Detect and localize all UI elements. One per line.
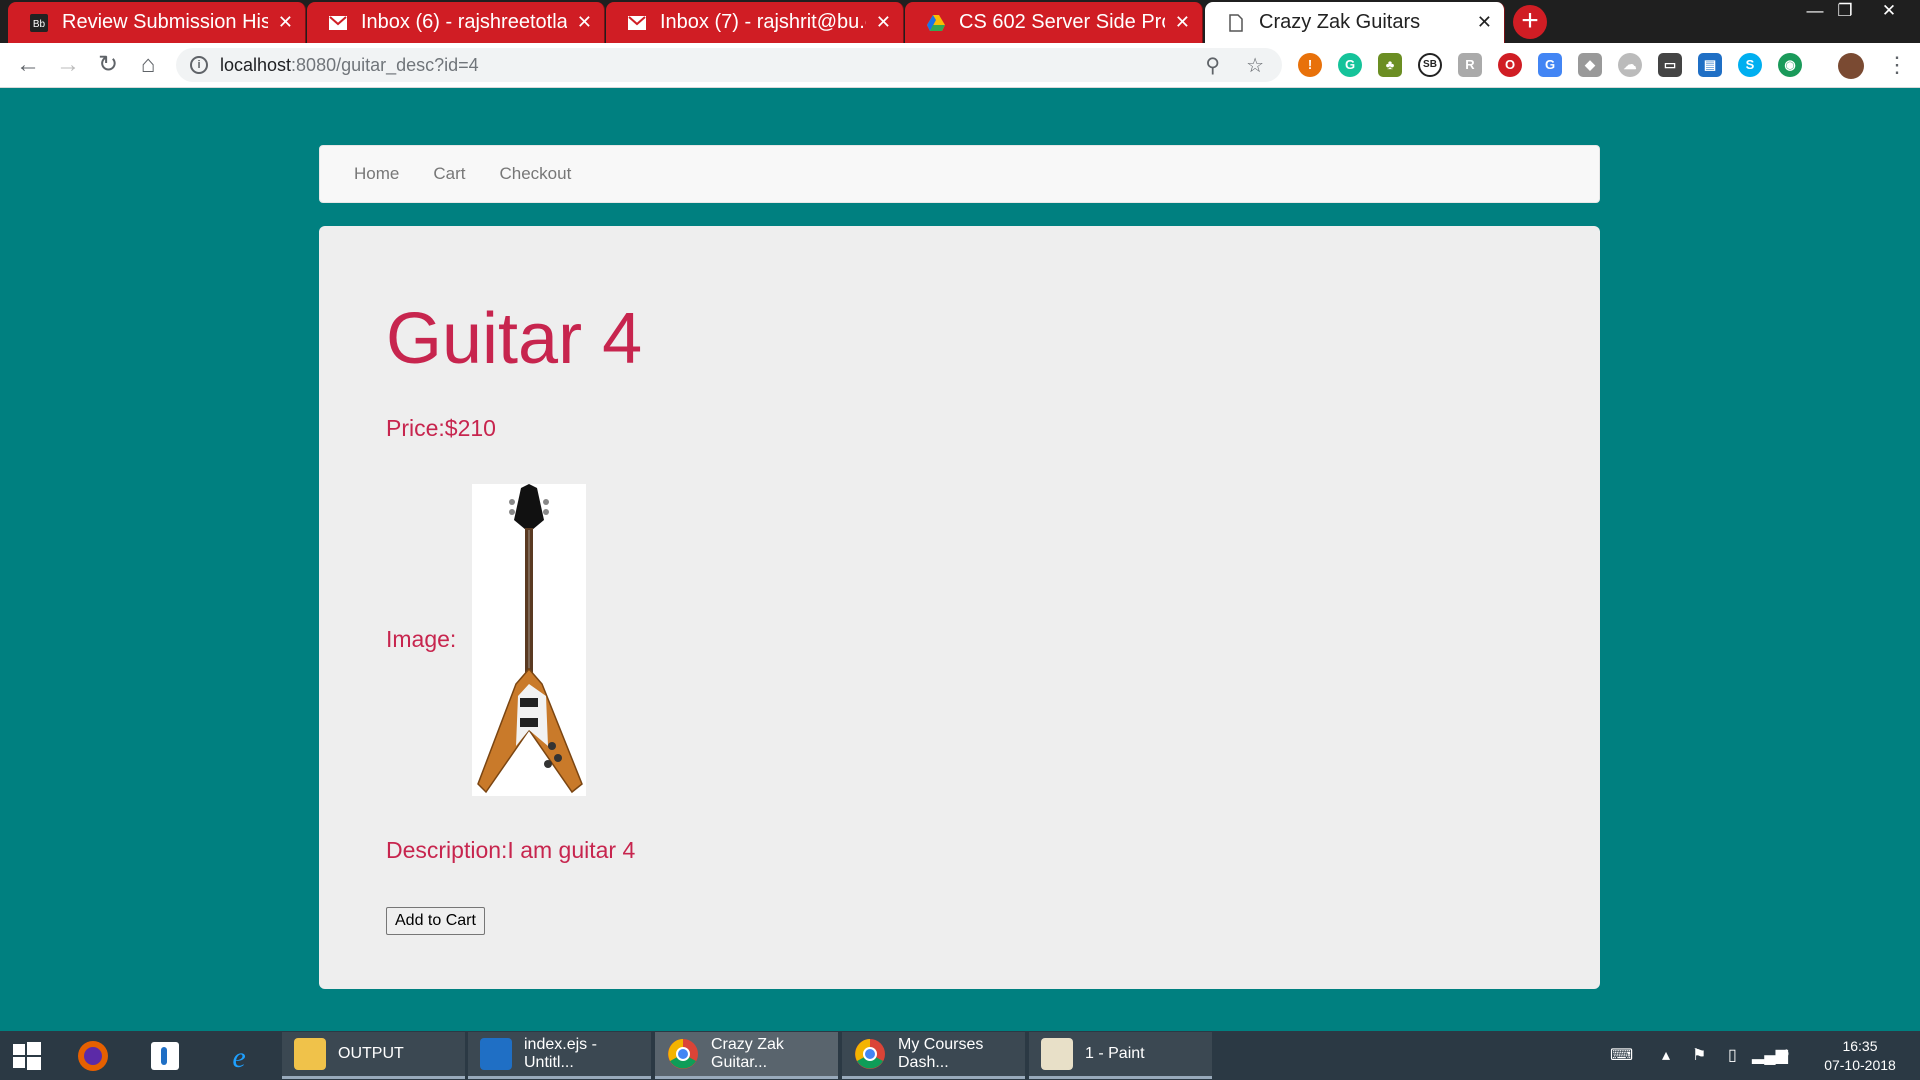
reload-icon[interactable]: ↻ [92, 49, 124, 81]
paint-icon [1041, 1038, 1073, 1070]
sb-extension-icon[interactable]: SB [1418, 53, 1442, 77]
url-host: localhost [220, 54, 292, 75]
taskbar-app-label: index.ejs - Untitl... [524, 1036, 597, 1071]
tab-inbox-6[interactable]: Inbox (6) - rajshreetotla@ ✕ [307, 2, 605, 43]
page-icon [1227, 13, 1245, 32]
cloud-extension-icon[interactable]: ☁ [1618, 53, 1642, 77]
tab-title: Review Submission Histo [62, 11, 268, 33]
tab-title: Inbox (6) - rajshreetotla@ [361, 11, 567, 33]
touch-app-icon[interactable] [148, 1039, 182, 1073]
clock-time: 16:35 [1842, 1038, 1878, 1054]
taskbar-app-vscode[interactable]: index.ejs - Untitl... [468, 1032, 651, 1079]
back-arrow-icon[interactable]: ← [12, 49, 44, 81]
gmail-icon [329, 14, 347, 32]
gmail-icon [628, 14, 646, 32]
alert-extension-icon[interactable]: ! [1298, 53, 1322, 77]
price-text: Price:$210 [386, 415, 496, 441]
close-icon[interactable]: ✕ [1477, 12, 1492, 33]
browser-tab-strip: Bb Review Submission Histo ✕ Inbox (6) -… [0, 0, 1920, 43]
taskbar-app-label: OUTPUT [338, 1045, 404, 1062]
guitar-image [472, 484, 586, 796]
product-title: Guitar 4 [386, 299, 643, 379]
taskbar-app-output[interactable]: OUTPUT [282, 1032, 465, 1079]
globe-extension-icon[interactable]: ◉ [1778, 53, 1802, 77]
taskbar-app-label: 1 - Paint [1085, 1045, 1145, 1062]
profile-avatar[interactable] [1838, 53, 1864, 79]
action-center-flag-icon[interactable]: ⚑ [1692, 1045, 1706, 1065]
skype-icon[interactable]: S [1738, 53, 1762, 77]
clock-date: 07-10-2018 [1824, 1057, 1896, 1073]
close-icon[interactable]: ✕ [1175, 12, 1190, 33]
chrome-icon [854, 1038, 886, 1070]
new-tab-button[interactable]: + [1513, 5, 1547, 39]
vscode-icon [480, 1038, 512, 1070]
readability-extension-icon[interactable]: R [1458, 53, 1482, 77]
taskbar-app-paint[interactable]: 1 - Paint [1029, 1032, 1212, 1079]
url-path: :8080/guitar_desc?id=4 [291, 54, 479, 75]
close-icon[interactable]: ✕ [278, 12, 293, 33]
firefox-icon[interactable] [76, 1039, 110, 1073]
nav-home-link[interactable]: Home [354, 164, 399, 184]
tab-title: CS 602 Server Side Prog [959, 11, 1165, 33]
site-info-icon[interactable]: i [190, 56, 208, 74]
google-drive-icon [927, 14, 945, 32]
tab-crazy-zak-guitars[interactable]: Crazy Zak Guitars ✕ [1205, 2, 1505, 43]
product-card: Guitar 4 Price:$210 Image: Description:I… [319, 226, 1600, 989]
taskbar-app-label: Crazy Zak Guitar... [711, 1036, 784, 1071]
browser-toolbar: ← → ↻ ⌂ i localhost:8080/guitar_desc?id=… [0, 43, 1920, 88]
image-label: Image: [386, 626, 457, 652]
taskbar-app-chrome-guitars[interactable]: Crazy Zak Guitar... [655, 1032, 838, 1079]
tree-extension-icon[interactable]: ♣ [1378, 53, 1402, 77]
volume-icon[interactable]: ♪ [1782, 1045, 1790, 1063]
nav-checkout-link[interactable]: Checkout [499, 164, 571, 184]
close-icon[interactable]: ✕ [876, 12, 891, 33]
tab-title: Crazy Zak Guitars [1259, 11, 1421, 33]
show-hidden-icons-icon[interactable]: ▴ [1662, 1045, 1670, 1065]
home-icon[interactable]: ⌂ [132, 49, 164, 81]
extensions-bar: ! G ♣ SB R O G ◆ ☁ ▭ ▤ S ◉ [1298, 53, 1802, 77]
more-menu-icon[interactable]: ⋮ [1886, 51, 1908, 79]
tab-cs602[interactable]: CS 602 Server Side Prog ✕ [905, 2, 1203, 43]
bookmark-star-icon[interactable]: ☆ [1246, 53, 1264, 78]
site-navbar: Home Cart Checkout [319, 145, 1600, 203]
cube-extension-icon[interactable]: ◆ [1578, 53, 1602, 77]
windows-taskbar: e OUTPUT index.ejs - Untitl... Crazy Zak… [0, 1031, 1920, 1080]
google-translate-icon[interactable]: G [1538, 53, 1562, 77]
chrome-icon [667, 1038, 699, 1070]
window-close-button[interactable]: ✕ [1870, 0, 1908, 22]
tab-title: Inbox (7) - rajshrit@bu.ed [660, 11, 866, 33]
internet-explorer-icon[interactable]: e [222, 1039, 256, 1074]
windows-start-icon[interactable] [10, 1039, 44, 1073]
svg-text:e: e [232, 1041, 245, 1073]
nav-cart-link[interactable]: Cart [433, 164, 465, 184]
add-to-cart-button[interactable]: Add to Cart [386, 907, 485, 935]
grammarly-icon[interactable]: G [1338, 53, 1362, 77]
taskbar-app-label: My Courses Dash... [898, 1036, 984, 1071]
keyboard-icon[interactable]: ⌨ [1610, 1045, 1633, 1065]
tab-review-submission[interactable]: Bb Review Submission Histo ✕ [8, 2, 306, 43]
address-bar[interactable]: i localhost:8080/guitar_desc?id=4 ⚲ ☆ [176, 48, 1282, 82]
file-explorer-icon [294, 1038, 326, 1070]
battery-icon[interactable]: ▯ [1728, 1045, 1737, 1065]
zoom-icon[interactable]: ⚲ [1205, 53, 1220, 78]
cast-icon[interactable]: ▭ [1658, 53, 1682, 77]
opera-extension-icon[interactable]: O [1498, 53, 1522, 77]
description-text: Description:I am guitar 4 [386, 837, 636, 863]
restore-button[interactable]: ❐ [1826, 0, 1864, 22]
svg-text:Bb: Bb [33, 19, 46, 30]
tab-inbox-7[interactable]: Inbox (7) - rajshrit@bu.ed ✕ [606, 2, 904, 43]
forward-arrow-icon[interactable]: → [52, 49, 84, 81]
system-clock[interactable]: 16:35 07-10-2018 [1810, 1037, 1910, 1075]
blackboard-icon: Bb [30, 13, 48, 32]
taskbar-app-chrome-courses[interactable]: My Courses Dash... [842, 1032, 1025, 1079]
close-icon[interactable]: ✕ [577, 12, 592, 33]
screenshot-extension-icon[interactable]: ▤ [1698, 53, 1722, 77]
